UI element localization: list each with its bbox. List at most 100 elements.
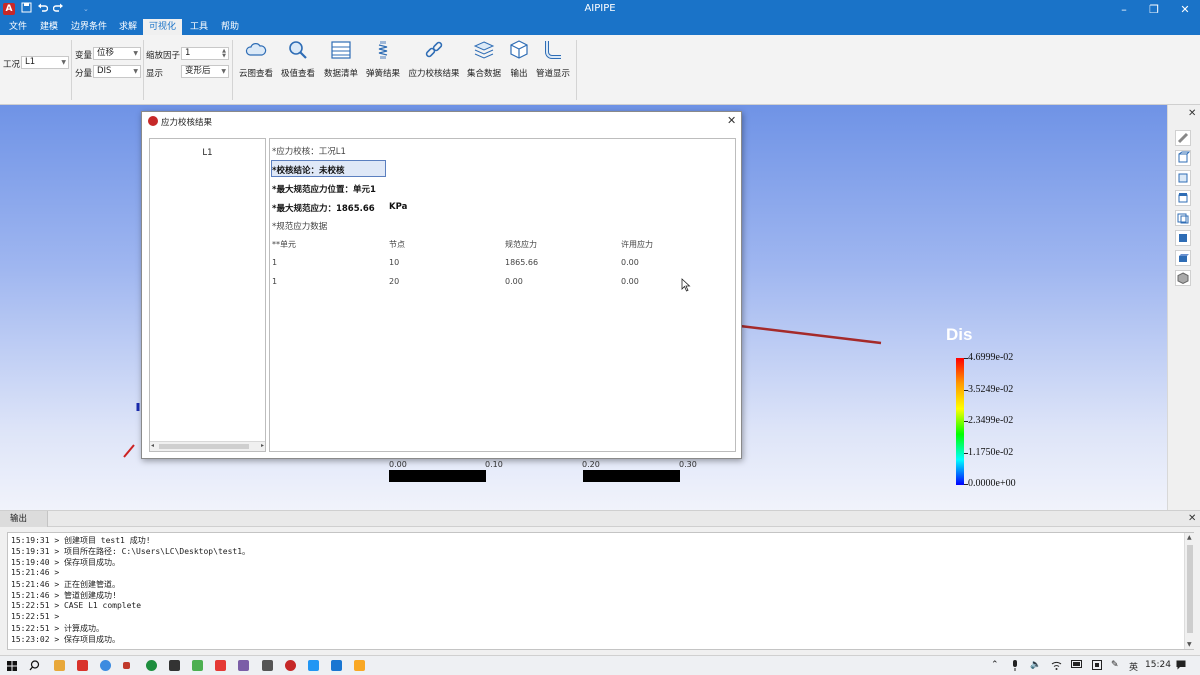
app-icon[interactable]: [146, 660, 157, 671]
scrollbar-thumb[interactable]: [159, 444, 249, 449]
conclusion-line[interactable]: *校核结论：未校核: [272, 164, 344, 176]
ruler-icon[interactable]: [1175, 130, 1191, 146]
close-icon[interactable]: ✕: [1188, 108, 1196, 119]
extreme-view-button[interactable]: 极值查看: [280, 39, 316, 83]
table-cell: 1: [272, 277, 278, 286]
ribbon-divider: [232, 40, 233, 100]
front-view-icon[interactable]: [1175, 150, 1191, 166]
case-select[interactable]: L1 ▼: [21, 56, 69, 69]
top-view-icon[interactable]: [1175, 190, 1191, 206]
ribbon-divider: [71, 40, 72, 100]
scale-label: 0.00: [389, 460, 407, 469]
close-window-button[interactable]: ✕: [1170, 1, 1200, 18]
app-tray-icon[interactable]: [1092, 660, 1102, 673]
left-view-icon[interactable]: [1175, 230, 1191, 246]
app-icon[interactable]: [354, 660, 365, 671]
menu-modeling[interactable]: 建模: [34, 19, 64, 35]
stress-check-results-button[interactable]: 应力校核结果: [408, 39, 460, 83]
wifi-icon[interactable]: [1051, 660, 1062, 673]
scroll-down-icon[interactable]: ▼: [1187, 641, 1192, 648]
file-explorer-icon[interactable]: [54, 660, 65, 671]
set-data-button[interactable]: 集合数据: [466, 39, 502, 83]
scroll-up-icon[interactable]: ▲: [1187, 534, 1192, 541]
ribbon-divider: [143, 40, 144, 100]
spin-arrows-icon[interactable]: ▲ ▼: [222, 49, 226, 59]
display-select[interactable]: 变形后 ▼: [181, 65, 229, 78]
battery-icon[interactable]: [1071, 660, 1083, 671]
pipe-display-label: 管道显示: [535, 69, 570, 79]
windows-start-icon[interactable]: [7, 661, 17, 671]
table-cell: 1865.66: [505, 258, 539, 267]
scale-factor-value: 1: [185, 48, 191, 58]
microphone-icon[interactable]: [1011, 660, 1019, 674]
side-view-icon[interactable]: [1175, 210, 1191, 226]
menu-file[interactable]: 文件: [3, 19, 33, 35]
contour-view-label: 云图查看: [238, 69, 273, 79]
dialog-title: 应力校核结果: [161, 118, 213, 128]
pen-icon[interactable]: ✎: [1111, 660, 1119, 670]
bottom-view-icon[interactable]: [1175, 250, 1191, 266]
tab-output[interactable]: 输出: [0, 511, 48, 527]
restore-button[interactable]: ❐: [1139, 1, 1169, 18]
wps-icon[interactable]: [215, 660, 226, 671]
chrome-icon[interactable]: [100, 660, 111, 671]
table-list-icon: [331, 41, 351, 59]
menu-solve[interactable]: 求解: [113, 19, 143, 35]
aipipe-taskbar-icon[interactable]: [285, 660, 296, 671]
horizontal-scrollbar[interactable]: ◂ ▸: [150, 441, 265, 451]
chevron-up-icon[interactable]: ⌃: [991, 660, 999, 670]
ime-indicator[interactable]: 英: [1129, 660, 1138, 673]
stress-check-results-label: 应力校核结果: [408, 69, 460, 79]
app-icon[interactable]: [262, 660, 273, 671]
extreme-view-label: 极值查看: [280, 69, 315, 79]
search-icon[interactable]: [29, 660, 40, 671]
contour-view-button[interactable]: 云图查看: [237, 39, 275, 83]
pipe-display-button[interactable]: 管道显示: [535, 39, 571, 83]
spring-icon: [378, 41, 388, 59]
close-icon[interactable]: ✕: [1188, 513, 1196, 524]
output-tabbar: 输出 ✕: [0, 510, 1200, 527]
pdf-app-icon[interactable]: [77, 660, 88, 671]
scroll-left-icon[interactable]: ◂: [151, 442, 154, 449]
column-header: 节点: [389, 240, 405, 249]
scale-bar-segment: [389, 470, 486, 482]
case-list[interactable]: L1 ◂ ▸: [149, 138, 266, 452]
notification-icon[interactable]: [1176, 660, 1186, 673]
spring-results-button[interactable]: 弹簧结果: [365, 39, 401, 83]
table-cell: 0.00: [621, 277, 639, 286]
cloud-icon: [245, 43, 267, 56]
menu-help[interactable]: 帮助: [215, 19, 245, 35]
data-list-button[interactable]: 数据清单: [322, 39, 360, 83]
component-select[interactable]: DIS ▼: [93, 65, 141, 78]
clock[interactable]: 15:24: [1145, 660, 1171, 670]
app-icon[interactable]: [331, 660, 342, 671]
legend-label: 2.3499e-02: [968, 415, 1014, 426]
scale-factor-spinbox[interactable]: 1 ▲ ▼: [181, 47, 229, 60]
minimize-button[interactable]: –: [1109, 1, 1139, 18]
data-heading: *规范应力数据: [272, 222, 328, 232]
case-list-item[interactable]: L1: [150, 148, 265, 158]
set-data-label: 集合数据: [466, 69, 501, 79]
volume-icon[interactable]: 🔈: [1030, 660, 1041, 670]
app-icon[interactable]: [238, 660, 249, 671]
menu-tools[interactable]: 工具: [184, 19, 214, 35]
dialog-title-bar[interactable]: 应力校核结果 ✕: [142, 112, 741, 130]
dialog-close-button[interactable]: ✕: [727, 114, 736, 127]
scrollbar-thumb[interactable]: [1187, 545, 1193, 633]
pipe-segment[interactable]: [739, 324, 882, 345]
menu-visualization[interactable]: 可视化: [143, 19, 183, 35]
app-icon[interactable]: [308, 660, 319, 671]
app-icon[interactable]: [123, 662, 130, 669]
menu-boundary[interactable]: 边界条件: [65, 19, 113, 35]
export-button[interactable]: 输出: [507, 39, 531, 83]
variable-select[interactable]: 位移 ▼: [93, 47, 141, 60]
output-log[interactable]: 15:19:31 > 创建项目 test1 成功! 15:19:31 > 项目所…: [7, 532, 1194, 650]
magnifier-icon: [289, 41, 307, 59]
vertical-scrollbar[interactable]: ▲ ▼: [1184, 533, 1194, 649]
iso-view-icon[interactable]: [1175, 270, 1191, 286]
back-view-icon[interactable]: [1175, 170, 1191, 186]
scroll-right-icon[interactable]: ▸: [261, 442, 264, 449]
view-toolbar: ✕: [1167, 105, 1200, 510]
terminal-icon[interactable]: [169, 660, 180, 671]
app-icon[interactable]: [192, 660, 203, 671]
